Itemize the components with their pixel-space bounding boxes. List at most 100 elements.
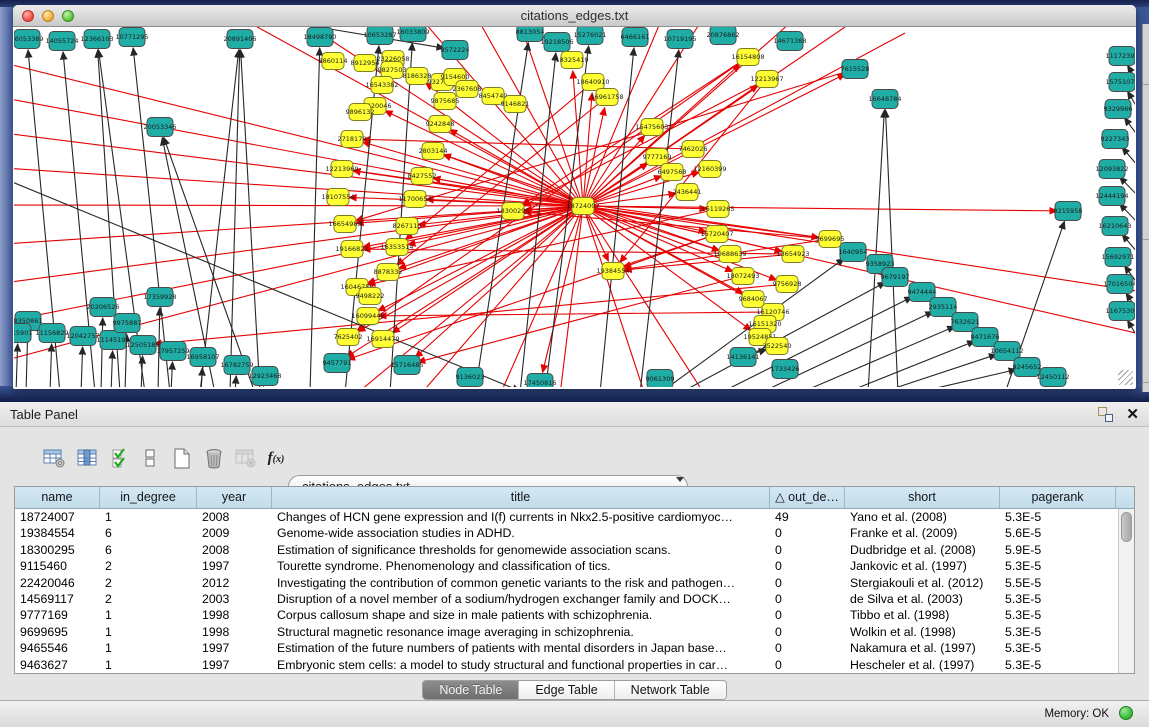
citation-edge-red[interactable] [583, 108, 605, 206]
network-graph[interactable]: 1872400716053389140557241236610310771295… [14, 27, 1135, 387]
table-row[interactable]: 2242004622012Investigating the contribut… [15, 575, 1134, 591]
network-node-teal[interactable]: 9975887 [113, 314, 142, 333]
network-node-yellow[interactable]: 16654983 [328, 216, 361, 233]
table-vertical-scrollbar[interactable] [1118, 509, 1134, 673]
network-node-yellow[interactable]: 9146821 [501, 96, 530, 113]
network-node-yellow[interactable]: 2718179 [338, 131, 367, 148]
network-node-teal[interactable]: 9679197 [881, 268, 910, 287]
network-node-teal[interactable]: 8572224 [441, 41, 470, 60]
network-node-yellow[interactable]: 8912954 [351, 55, 380, 72]
network-node-teal[interactable]: 10653287 [363, 27, 396, 45]
row-checks-icon[interactable] [107, 445, 135, 471]
network-node-teal[interactable]: 10771295 [115, 28, 148, 47]
close-panel-icon[interactable]: ✕ [1126, 405, 1139, 423]
citation-edge-black[interactable] [16, 344, 18, 387]
network-node-teal[interactable]: 20876862 [706, 27, 739, 45]
select-columns-icon[interactable] [74, 445, 102, 471]
network-node-yellow[interactable]: 11700654 [398, 191, 431, 208]
network-node-teal[interactable]: 16210643 [1098, 217, 1131, 236]
column-header-pagerank[interactable]: pagerank [1000, 487, 1116, 508]
network-node-yellow[interactable]: 6497568 [658, 164, 687, 181]
column-header-name[interactable]: name [15, 487, 100, 508]
table-row[interactable]: 977716911998Corpus callosum shape and si… [15, 607, 1134, 623]
network-node-teal[interactable]: 9136023 [456, 368, 485, 387]
network-node-teal[interactable]: 11172392 [1105, 47, 1135, 66]
citation-edge-red[interactable] [14, 131, 583, 206]
network-canvas[interactable]: 1872400716053389140557241236610310771295… [14, 27, 1135, 387]
network-node-yellow[interactable]: 7462026 [679, 141, 708, 158]
float-panel-icon[interactable] [1098, 407, 1113, 422]
citation-edge-black[interactable] [310, 48, 320, 387]
window-resize-grip[interactable] [1118, 370, 1133, 385]
network-node-yellow[interactable]: 18640910 [576, 74, 609, 91]
table-row[interactable]: 1456911722003Disruption of a novel membe… [15, 591, 1134, 607]
network-node-yellow[interactable]: 16543382 [365, 77, 398, 94]
network-node-teal[interactable]: 9329966 [1104, 100, 1133, 119]
network-node-yellow[interactable]: 9896132 [346, 104, 375, 121]
network-node-yellow[interactable]: 7625402 [334, 329, 363, 346]
citation-edge-black[interactable] [111, 351, 113, 387]
network-node-yellow[interactable]: 2436441 [673, 184, 702, 201]
citation-edge-black[interactable] [81, 347, 83, 387]
table-row[interactable]: 1830029562008Estimation of significance … [15, 542, 1134, 558]
network-node-teal[interactable]: 8215958 [1054, 202, 1083, 221]
citation-edge-black[interactable] [845, 341, 975, 387]
network-node-yellow[interactable]: 9699695 [816, 231, 845, 248]
network-node-yellow[interactable]: 9777169 [643, 149, 672, 166]
tab-network-table[interactable]: Network Table [615, 681, 726, 699]
network-node-yellow[interactable]: 16914479 [366, 331, 399, 348]
network-node-teal[interactable]: 16648784 [868, 90, 901, 109]
network-node-teal[interactable]: 12093822 [1095, 160, 1128, 179]
citation-edge-black[interactable] [885, 110, 898, 387]
citation-edge-black[interactable] [235, 376, 236, 387]
network-node-teal[interactable]: 6466161 [621, 28, 650, 47]
table-row[interactable]: 1872400712008Changes of HCN gene express… [15, 509, 1134, 525]
column-header-year[interactable]: year [197, 487, 272, 508]
network-node-yellow[interactable]: 9756928 [773, 276, 802, 293]
network-node-teal[interactable]: 12444194 [1095, 187, 1128, 206]
network-node-yellow[interactable]: 9242848 [426, 116, 455, 133]
network-node-yellow[interactable]: 8878332 [374, 264, 403, 281]
citation-edge-black[interactable] [141, 356, 143, 387]
function-builder-icon[interactable]: f(x) [262, 445, 290, 471]
citation-edge-black[interactable] [171, 362, 172, 387]
trash-icon[interactable] [200, 445, 228, 471]
network-node-teal[interactable]: 14055724 [45, 32, 78, 51]
network-node-teal[interactable]: 14136141 [726, 348, 759, 367]
citation-edge-black[interactable] [50, 344, 52, 387]
network-node-teal[interactable]: 12923468 [248, 367, 281, 386]
network-node-teal[interactable]: 15692971 [1101, 248, 1134, 267]
network-node-teal[interactable]: 9061309 [646, 370, 675, 388]
network-node-teal[interactable]: 7615528 [841, 60, 870, 79]
network-node-teal[interactable]: 20206526 [86, 298, 119, 317]
table-row[interactable]: 946554611997Estimation of the future num… [15, 640, 1134, 656]
citation-edge-red[interactable] [363, 142, 583, 206]
table-settings-icon[interactable] [40, 445, 68, 471]
citation-edge-black[interactable] [101, 318, 103, 387]
network-node-yellow[interactable]: 16961758 [590, 89, 623, 106]
column-header-short[interactable]: short [845, 487, 1000, 508]
network-node-teal[interactable]: 15716485 [390, 356, 423, 375]
network-node-yellow[interactable]: 18072493 [726, 268, 759, 285]
network-node-teal[interactable]: 19218506 [540, 33, 573, 52]
network-node-teal[interactable]: 20891406 [223, 30, 256, 49]
citation-edge-red[interactable] [583, 206, 645, 387]
network-node-yellow[interactable]: 9875685 [431, 93, 460, 110]
network-node-yellow[interactable]: 8860114 [319, 53, 348, 70]
table-row[interactable]: 946362711997Embryonic stem cells: a mode… [15, 657, 1134, 673]
network-node-yellow[interactable]: 13654923 [776, 246, 809, 263]
network-node-teal[interactable]: 14671388 [773, 32, 806, 51]
network-node-teal[interactable]: 16033809 [396, 27, 429, 42]
citation-edge-red[interactable] [154, 284, 787, 344]
network-node-yellow[interactable]: 9498222 [356, 288, 385, 305]
network-node-teal[interactable]: 10719195 [663, 30, 696, 49]
network-node-teal[interactable]: 17450816 [523, 374, 556, 388]
citation-edge-red[interactable] [363, 139, 693, 149]
citation-edge-black[interactable] [800, 326, 955, 387]
network-node-teal[interactable]: 16053389 [14, 30, 44, 49]
column-header-title[interactable]: title [272, 487, 770, 508]
memory-status-indicator[interactable] [1119, 706, 1133, 720]
network-node-teal[interactable]: 12450112 [1036, 368, 1069, 387]
network-node-teal[interactable]: 15751074 [1105, 73, 1135, 92]
tab-node-table[interactable]: Node Table [423, 681, 519, 699]
